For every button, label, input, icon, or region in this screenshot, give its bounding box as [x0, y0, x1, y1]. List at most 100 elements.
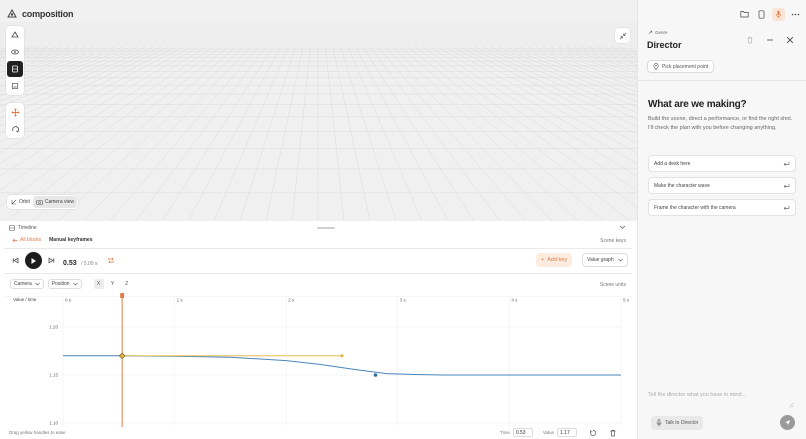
- shapes-tool-button[interactable]: [7, 27, 23, 43]
- enter-icon: [783, 183, 790, 188]
- ease-handle-point: [340, 354, 344, 358]
- film-icon: [12, 65, 18, 73]
- axis-x-button[interactable]: X: [93, 279, 104, 289]
- clear-chat-button[interactable]: [746, 36, 754, 44]
- location-pin-icon: [653, 63, 659, 70]
- collapse-timeline-button[interactable]: [619, 224, 626, 230]
- open-folder-button[interactable]: [738, 8, 751, 21]
- close-icon: [786, 36, 794, 44]
- time-tick-label: 5 s: [623, 298, 630, 303]
- arrow-left-icon: [12, 238, 18, 242]
- value-graph-chart[interactable]: 0 s 1 s 2 s 3 s 4 s 5 s 1.20 1.15 1.10: [4, 293, 632, 427]
- tool-group-top: [6, 26, 24, 95]
- link-icon: [648, 30, 653, 35]
- talk-to-director-button[interactable]: Talk to Director: [651, 416, 704, 430]
- property-select-label: Position: [51, 281, 70, 287]
- scene-viewport[interactable]: Orbit Camera view: [0, 22, 637, 221]
- scene-keys-link[interactable]: Scene keys: [600, 238, 626, 244]
- property-select[interactable]: Position: [47, 279, 82, 289]
- object-select[interactable]: Camera: [10, 279, 44, 289]
- camera-view-label: Camera view: [44, 199, 75, 205]
- timeline-tool-button[interactable]: [7, 61, 23, 77]
- enter-icon: [783, 161, 790, 166]
- tool-group-transform: [6, 103, 24, 138]
- graph-mode-label: Value graph: [587, 257, 614, 263]
- skip-back-icon: [12, 257, 19, 264]
- minus-icon: [767, 39, 773, 41]
- add-key-label: Add key: [547, 257, 568, 263]
- keyframe-point: [373, 373, 378, 377]
- device-preview-button[interactable]: [755, 8, 768, 21]
- reset-button[interactable]: [589, 429, 597, 437]
- axis-y-button[interactable]: Y: [108, 279, 118, 289]
- director-actions: [746, 36, 794, 44]
- breadcrumb: All blocks Manual keyframes: [12, 237, 92, 243]
- pick-placement-button[interactable]: Pick placement point: [647, 60, 715, 73]
- scene-units-link[interactable]: Scene units: [600, 282, 626, 288]
- orbit-view-label: Orbit: [19, 199, 30, 205]
- minimize-panel-button[interactable]: [766, 36, 774, 44]
- divider: [4, 273, 632, 274]
- timeline-icon: [9, 224, 15, 231]
- genre-label: Genre: [655, 30, 668, 35]
- suggestion-item[interactable]: Frame the character with the camera: [648, 199, 796, 216]
- move-tool-button[interactable]: [7, 104, 23, 120]
- rotate-tool-button[interactable]: [7, 121, 23, 137]
- axis-z-button[interactable]: Z: [122, 279, 132, 289]
- time-field-label: Time: [500, 430, 510, 435]
- send-button[interactable]: [780, 415, 795, 430]
- suggestion-label: Frame the character with the camera: [654, 204, 736, 211]
- timeline-footer: Drag yellow handles to ease Time 0.53 Va…: [4, 427, 632, 439]
- panel-resize-handle[interactable]: [317, 227, 335, 229]
- more-menu-button[interactable]: [789, 8, 802, 21]
- graph-filters: Camera Position X Y Z: [10, 279, 132, 289]
- suggestion-item[interactable]: Add a desk here: [648, 155, 796, 172]
- skip-forward-button[interactable]: [48, 257, 55, 264]
- loop-icon: [108, 257, 115, 264]
- voice-button[interactable]: [772, 7, 785, 21]
- save-tool-button[interactable]: [7, 78, 23, 94]
- camera-view-button[interactable]: Camera view: [32, 196, 78, 208]
- value-field[interactable]: 1.17: [557, 428, 578, 437]
- genre-link[interactable]: Genre: [648, 30, 668, 35]
- suggestion-label: Make the character wave: [654, 182, 710, 189]
- time-tick-label: 1 s: [177, 298, 184, 303]
- value-tick-label: 1.15: [49, 373, 58, 378]
- orbit-view-button[interactable]: Orbit: [8, 196, 33, 208]
- keyframe-point: [118, 352, 126, 360]
- orbit-icon: [11, 199, 17, 205]
- trash-icon: [747, 36, 753, 44]
- director-panel: Genre Director Pick placement point What…: [637, 0, 806, 439]
- reset-icon: [590, 429, 597, 436]
- resize-grip-icon[interactable]: [788, 402, 794, 408]
- value-tick-label: 1.20: [49, 325, 58, 330]
- timeline-panel: Timeline All blocks Manual keyframes Sce…: [4, 221, 632, 439]
- current-block-label: Manual keyframes: [49, 237, 93, 243]
- skip-back-button[interactable]: [12, 257, 19, 264]
- total-time: / 5.00 s: [81, 260, 98, 267]
- suggestion-item[interactable]: Make the character wave: [648, 177, 796, 194]
- all-blocks-link[interactable]: All blocks: [12, 237, 41, 243]
- transport-controls: 0.53 / 5.00 s: [12, 252, 115, 269]
- play-button[interactable]: [25, 252, 42, 269]
- footer-hint: Drag yellow handles to ease: [9, 430, 66, 435]
- value-tick-label: 1.10: [49, 421, 58, 426]
- save-icon: [11, 82, 19, 90]
- more-icon: [791, 13, 800, 15]
- keyframe-fields: Time 0.53 Value 1.17: [500, 428, 617, 437]
- value-curve: [63, 355, 621, 376]
- visibility-tool-button[interactable]: [7, 44, 23, 60]
- time-field[interactable]: 0.53: [512, 428, 533, 437]
- director-topbar: [638, 0, 806, 28]
- graph-mode-select[interactable]: Value graph: [582, 253, 628, 267]
- close-panel-button[interactable]: [786, 36, 794, 44]
- chevron-down-icon: [35, 282, 40, 286]
- delete-key-button[interactable]: [609, 429, 617, 437]
- time-tick-label: 0 s: [65, 298, 72, 303]
- add-key-button[interactable]: + Add key: [536, 253, 573, 267]
- move-icon: [11, 108, 19, 116]
- chevron-down-icon: [617, 258, 623, 262]
- minimize-viewport-button[interactable]: [615, 28, 630, 43]
- loop-button[interactable]: [107, 257, 115, 264]
- director-message-input[interactable]: Tell the director what you have in mind.…: [648, 383, 796, 413]
